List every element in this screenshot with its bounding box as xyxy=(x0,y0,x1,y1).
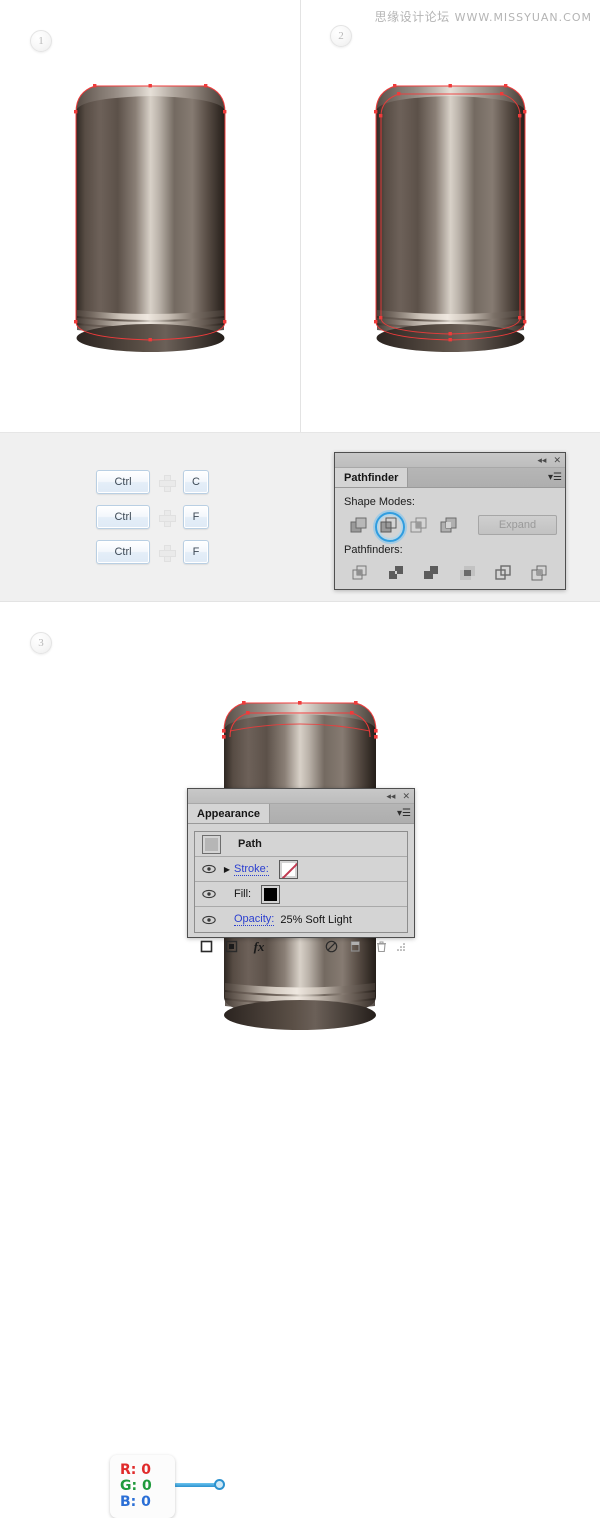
key-ctrl-1[interactable]: Ctrl xyxy=(96,470,150,494)
panel-menu-icon[interactable]: ▾☰ xyxy=(394,804,414,823)
pathfinder-outline-button[interactable] xyxy=(486,560,522,586)
shortcut-row-3: Ctrl F xyxy=(96,540,209,564)
close-icon[interactable]: ✕ xyxy=(553,455,561,465)
shape-modes-row: Expand xyxy=(343,512,557,542)
object-thumbnail xyxy=(202,834,221,854)
shape-mode-intersect-button[interactable] xyxy=(404,512,434,538)
pathfinder-titlebar: ◂◂ ✕ xyxy=(335,453,565,468)
appearance-object-row[interactable]: Path xyxy=(195,832,407,857)
visibility-eye-icon[interactable] xyxy=(198,889,220,899)
rgb-value-callout: R: 0 G: 0 B: 0 xyxy=(110,1455,175,1518)
pathfinder-tabbar: Pathfinder ▾☰ xyxy=(335,468,565,488)
tabbar-filler xyxy=(270,804,394,823)
shape-mode-unite-button[interactable] xyxy=(343,512,373,538)
duplicate-item-icon[interactable] xyxy=(344,937,369,957)
close-icon[interactable]: ✕ xyxy=(402,791,410,801)
step-badge-1: 1 xyxy=(30,30,52,52)
pathfinder-minus-back-button[interactable] xyxy=(521,560,557,586)
appearance-list: Path ▶ Stroke: Fill: Opacity: 25% Soft L… xyxy=(194,831,408,933)
shortcut-row-1: Ctrl C xyxy=(96,470,209,494)
appearance-row-fill[interactable]: Fill: xyxy=(195,882,407,907)
opacity-value: 25% Soft Light xyxy=(280,913,352,926)
visibility-eye-icon[interactable] xyxy=(198,864,220,874)
fill-label: Fill: xyxy=(234,888,252,900)
key-f-2[interactable]: F xyxy=(183,540,209,564)
key-ctrl-3[interactable]: Ctrl xyxy=(96,540,150,564)
rgb-green-value: G: 0 xyxy=(120,1477,152,1494)
key-f-1[interactable]: F xyxy=(183,505,209,529)
shape-mode-minus-front-button[interactable] xyxy=(373,512,406,542)
pathfinders-row xyxy=(343,560,557,586)
pathfinder-panel: ◂◂ ✕ Pathfinder ▾☰ Shape Modes: Expand P… xyxy=(334,452,566,590)
add-new-fill-icon[interactable] xyxy=(219,937,244,957)
clear-appearance-icon[interactable] xyxy=(319,937,344,957)
cylinder-illustration-step1 xyxy=(73,82,228,357)
shape-modes-label: Shape Modes: xyxy=(344,496,415,508)
callout-connector-line xyxy=(174,1483,218,1487)
watermark: 思缘设计论坛 WWW.MISSYUAN.COM xyxy=(375,8,592,25)
appearance-row-stroke[interactable]: ▶ Stroke: xyxy=(195,857,407,882)
step-3-section: 3 ◂◂ ✕ Appearance ▾☰ Path ▶ Stroke: Fill… xyxy=(0,602,600,1518)
appearance-titlebar: ◂◂ ✕ xyxy=(188,789,414,804)
keyboard-shortcuts-group: Ctrl C Ctrl F Ctrl F xyxy=(96,470,209,564)
cylinder-illustration-step2 xyxy=(373,82,528,357)
stroke-label[interactable]: Stroke: xyxy=(234,863,269,876)
step-1-2-section: 思缘设计论坛 WWW.MISSYUAN.COM 1 2 xyxy=(0,0,600,432)
expand-triangle-icon[interactable]: ▶ xyxy=(220,865,234,874)
shortcut-row-2: Ctrl F xyxy=(96,505,209,529)
fill-swatch-black[interactable] xyxy=(261,884,281,904)
add-new-effect-icon[interactable]: fx xyxy=(244,937,274,957)
delete-item-icon[interactable] xyxy=(369,937,394,957)
expand-button[interactable]: Expand xyxy=(478,515,557,535)
step-badge-3: 3 xyxy=(30,632,52,654)
add-new-stroke-icon[interactable] xyxy=(194,937,219,957)
step-badge-2: 2 xyxy=(330,25,352,47)
tabbar-filler xyxy=(408,468,545,487)
object-label: Path xyxy=(238,838,262,850)
plus-icon-1 xyxy=(159,474,176,492)
panel-menu-icon[interactable]: ▾☰ xyxy=(545,468,565,487)
pathfinder-crop-button[interactable] xyxy=(450,560,486,586)
watermark-url-text: WWW.MISSYUAN.COM xyxy=(454,11,592,24)
rgb-blue-value: B: 0 xyxy=(120,1494,151,1511)
pathfinder-merge-button[interactable] xyxy=(414,560,450,586)
appearance-body: Path ▶ Stroke: Fill: Opacity: 25% Soft L… xyxy=(188,824,414,962)
opacity-label[interactable]: Opacity: xyxy=(234,913,275,926)
watermark-cn-text: 思缘设计论坛 xyxy=(374,10,450,24)
pathfinders-label: Pathfinders: xyxy=(344,544,403,556)
pathfinder-body: Shape Modes: Expand Pathfinders: xyxy=(335,488,565,594)
key-ctrl-2[interactable]: Ctrl xyxy=(96,505,150,529)
callout-connector-knob xyxy=(214,1479,225,1490)
appearance-panel: ◂◂ ✕ Appearance ▾☰ Path ▶ Stroke: Fill: … xyxy=(187,788,415,954)
appearance-row-opacity[interactable]: Opacity: 25% Soft Light xyxy=(195,907,407,932)
appearance-tabbar: Appearance ▾☰ xyxy=(188,804,414,824)
shape-mode-exclude-button[interactable] xyxy=(434,512,464,538)
key-c[interactable]: C xyxy=(183,470,209,494)
visibility-eye-icon[interactable] xyxy=(198,915,220,925)
stroke-swatch-none[interactable] xyxy=(278,859,298,879)
tab-appearance[interactable]: Appearance xyxy=(188,804,270,823)
panel-divider xyxy=(300,0,301,432)
pathfinder-divide-button[interactable] xyxy=(343,560,379,586)
collapse-icon[interactable]: ◂◂ xyxy=(537,455,546,465)
collapse-icon[interactable]: ◂◂ xyxy=(386,791,395,801)
pathfinder-trim-button[interactable] xyxy=(379,560,415,586)
appearance-footer-toolbar: fx xyxy=(194,936,408,957)
plus-icon-3 xyxy=(159,544,176,562)
tab-pathfinder[interactable]: Pathfinder xyxy=(335,468,409,487)
rgb-red-value: R: 0 xyxy=(120,1461,151,1478)
plus-icon-2 xyxy=(159,509,176,527)
resize-grip-icon[interactable] xyxy=(394,937,408,957)
